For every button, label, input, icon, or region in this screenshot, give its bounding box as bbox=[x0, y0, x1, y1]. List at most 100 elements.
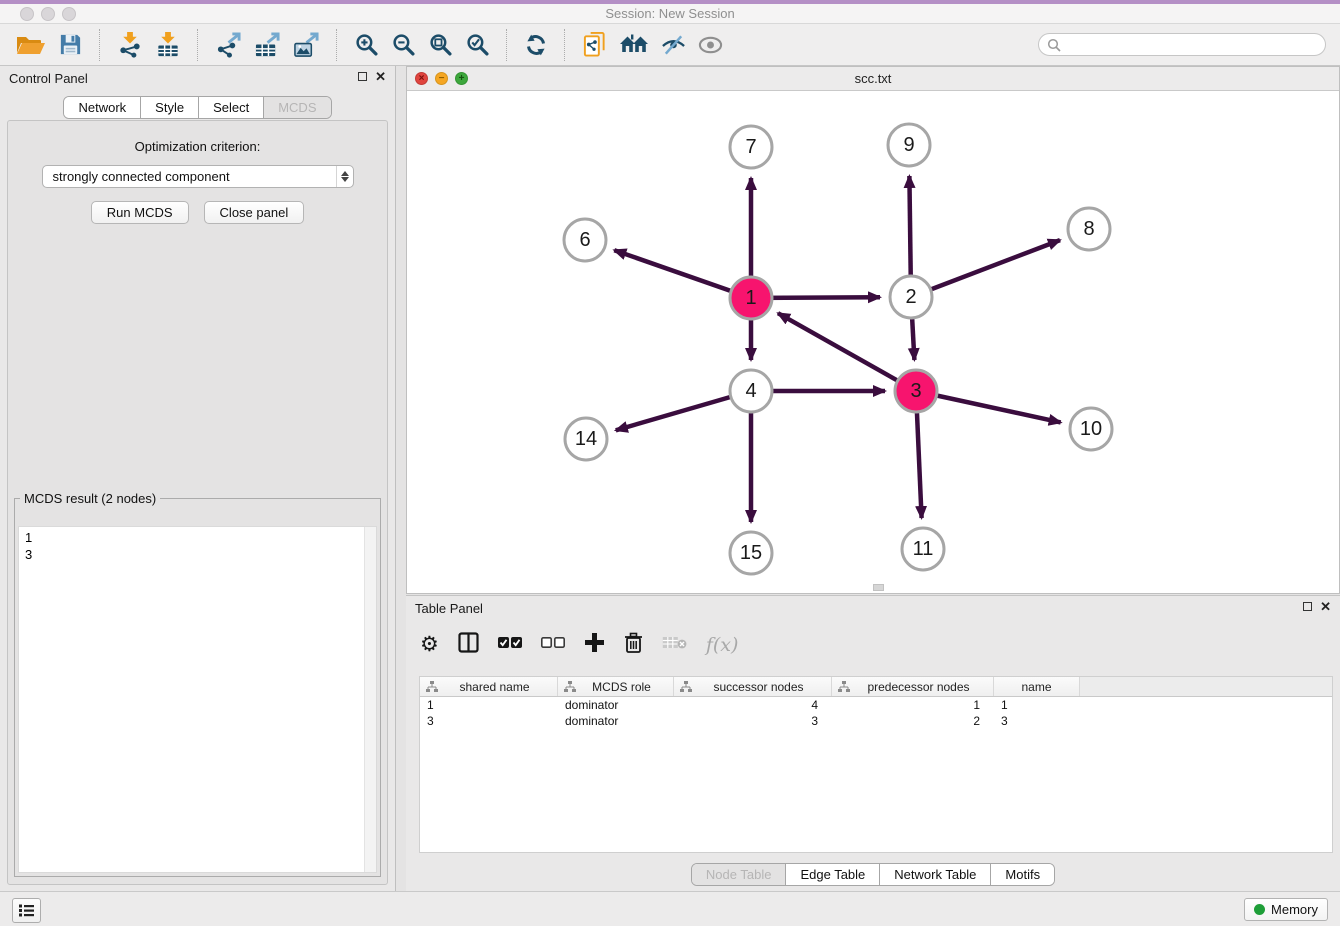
zoom-selected-icon[interactable] bbox=[465, 32, 490, 57]
export-network-icon[interactable] bbox=[215, 32, 242, 58]
node-14[interactable]: 14 bbox=[565, 418, 607, 460]
close-panel-icon[interactable]: ✕ bbox=[375, 71, 386, 82]
node-1[interactable]: 1 bbox=[730, 277, 772, 319]
table-cell[interactable]: 3 bbox=[994, 714, 1080, 728]
export-table-icon[interactable] bbox=[254, 32, 281, 58]
edge-3-1[interactable] bbox=[778, 313, 916, 391]
open-file-icon[interactable] bbox=[16, 33, 46, 57]
zoom-fit-icon[interactable] bbox=[428, 32, 453, 57]
table-cell[interactable]: 4 bbox=[674, 698, 832, 712]
tab-network[interactable]: Network bbox=[64, 97, 141, 118]
node-11[interactable]: 11 bbox=[902, 528, 944, 570]
tab-node-table[interactable]: Node Table bbox=[692, 864, 787, 885]
add-column-icon[interactable] bbox=[584, 632, 605, 658]
application-window: Session: New Session bbox=[0, 0, 1340, 926]
node-3[interactable]: 3 bbox=[895, 370, 937, 412]
criterion-dropdown[interactable]: strongly connected component bbox=[42, 165, 354, 188]
deselect-all-icon[interactable] bbox=[541, 636, 565, 654]
node-label: 11 bbox=[913, 538, 934, 560]
node-8[interactable]: 8 bbox=[1068, 208, 1110, 250]
tab-network-table[interactable]: Network Table bbox=[880, 864, 991, 885]
node-4[interactable]: 4 bbox=[730, 370, 772, 412]
toolbar-separator bbox=[197, 29, 199, 61]
split-view-icon[interactable] bbox=[458, 632, 479, 658]
delete-table-icon[interactable] bbox=[662, 635, 687, 655]
memory-button[interactable]: Memory bbox=[1244, 898, 1328, 921]
clone-network-icon[interactable] bbox=[582, 31, 607, 58]
network-window-titlebar[interactable]: × − + scc.txt bbox=[407, 67, 1339, 91]
column-header-predecessor-nodes[interactable]: predecessor nodes bbox=[832, 677, 994, 696]
zoom-out-icon[interactable] bbox=[391, 32, 416, 57]
table-cell[interactable]: 1 bbox=[420, 698, 558, 712]
tab-edge-table[interactable]: Edge Table bbox=[786, 864, 880, 885]
table-cell[interactable]: 3 bbox=[420, 714, 558, 728]
node-7[interactable]: 7 bbox=[730, 126, 772, 168]
tab-mcds[interactable]: MCDS bbox=[264, 97, 330, 118]
home-icon[interactable] bbox=[619, 33, 649, 56]
tab-motifs[interactable]: Motifs bbox=[991, 864, 1054, 885]
memory-status-icon bbox=[1254, 904, 1265, 915]
result-scrollbar[interactable] bbox=[364, 527, 376, 872]
node-2[interactable]: 2 bbox=[890, 276, 932, 318]
column-type-icon bbox=[838, 681, 850, 692]
close-panel-button[interactable]: Close panel bbox=[204, 201, 305, 224]
table-cell[interactable]: 1 bbox=[832, 698, 994, 712]
edge-2-8[interactable] bbox=[911, 240, 1060, 297]
column-header-successor-nodes[interactable]: successor nodes bbox=[674, 677, 832, 696]
apply-function-icon[interactable]: f(x) bbox=[706, 634, 739, 656]
column-type-icon bbox=[680, 681, 692, 692]
table-row[interactable]: 3dominator323 bbox=[420, 713, 1332, 729]
import-table-icon[interactable] bbox=[155, 31, 181, 58]
network-title: scc.txt bbox=[407, 71, 1339, 86]
control-panel-tabs: NetworkStyleSelectMCDS bbox=[0, 96, 395, 119]
delete-column-icon[interactable] bbox=[624, 632, 643, 659]
table-cell[interactable]: 2 bbox=[832, 714, 994, 728]
header-filler bbox=[1080, 677, 1332, 696]
close-table-panel-icon[interactable]: ✕ bbox=[1320, 601, 1331, 612]
table-cell[interactable]: dominator bbox=[558, 698, 674, 712]
table-row[interactable]: 1dominator411 bbox=[420, 697, 1332, 713]
list-icon bbox=[18, 903, 35, 918]
float-table-panel-icon[interactable] bbox=[1303, 602, 1312, 611]
column-header-mcds-role[interactable]: MCDS role bbox=[558, 677, 674, 696]
node-9[interactable]: 9 bbox=[888, 124, 930, 166]
column-header-name[interactable]: name bbox=[994, 677, 1080, 696]
settings-gear-icon[interactable]: ⚙ bbox=[420, 635, 439, 655]
network-canvas[interactable]: 7 9 6 8 1 2 4 3 14 10 15 11 bbox=[407, 90, 1339, 593]
zoom-in-icon[interactable] bbox=[354, 32, 379, 57]
search-input[interactable] bbox=[1066, 37, 1317, 53]
tab-style[interactable]: Style bbox=[141, 97, 199, 118]
column-header-shared-name[interactable]: shared name bbox=[420, 677, 558, 696]
node-15[interactable]: 15 bbox=[730, 532, 772, 574]
table-cell[interactable]: 3 bbox=[674, 714, 832, 728]
hide-panels-icon[interactable] bbox=[661, 34, 686, 56]
node-6[interactable]: 6 bbox=[564, 219, 606, 261]
node-table: shared nameMCDS rolesuccessor nodesprede… bbox=[419, 676, 1333, 853]
toolbar-separator bbox=[506, 29, 508, 61]
import-network-icon[interactable] bbox=[117, 31, 143, 58]
run-mcds-button[interactable]: Run MCDS bbox=[91, 201, 189, 224]
node-10[interactable]: 10 bbox=[1070, 408, 1112, 450]
search-field[interactable] bbox=[1038, 33, 1326, 56]
splitter-handle[interactable] bbox=[873, 584, 884, 591]
toolbar-separator bbox=[99, 29, 101, 61]
task-history-button[interactable] bbox=[12, 898, 41, 923]
table-cell[interactable]: dominator bbox=[558, 714, 674, 728]
export-image-icon[interactable] bbox=[293, 32, 320, 58]
table-body: 1dominator4113dominator323 bbox=[420, 697, 1332, 729]
save-session-icon[interactable] bbox=[58, 32, 83, 57]
control-panel-title: Control Panel bbox=[9, 71, 88, 86]
criterion-value: strongly connected component bbox=[43, 169, 336, 184]
tab-select[interactable]: Select bbox=[199, 97, 264, 118]
select-all-icon[interactable] bbox=[498, 636, 522, 654]
table-cell[interactable]: 1 bbox=[994, 698, 1080, 712]
mcds-result-area[interactable]: 13 bbox=[18, 526, 377, 873]
float-panel-icon[interactable] bbox=[358, 72, 367, 81]
refresh-icon[interactable] bbox=[524, 33, 548, 57]
mcds-result-box: MCDS result (2 nodes) 13 bbox=[14, 491, 381, 877]
control-panel: Control Panel ✕ NetworkStyleSelectMCDS O… bbox=[0, 66, 396, 892]
mcds-panel: Optimization criterion: strongly connect… bbox=[7, 120, 388, 885]
window-titlebar[interactable]: Session: New Session bbox=[0, 0, 1340, 24]
table-tabs: Node TableEdge TableNetwork TableMotifs bbox=[406, 863, 1340, 886]
show-panels-icon[interactable] bbox=[698, 36, 723, 54]
